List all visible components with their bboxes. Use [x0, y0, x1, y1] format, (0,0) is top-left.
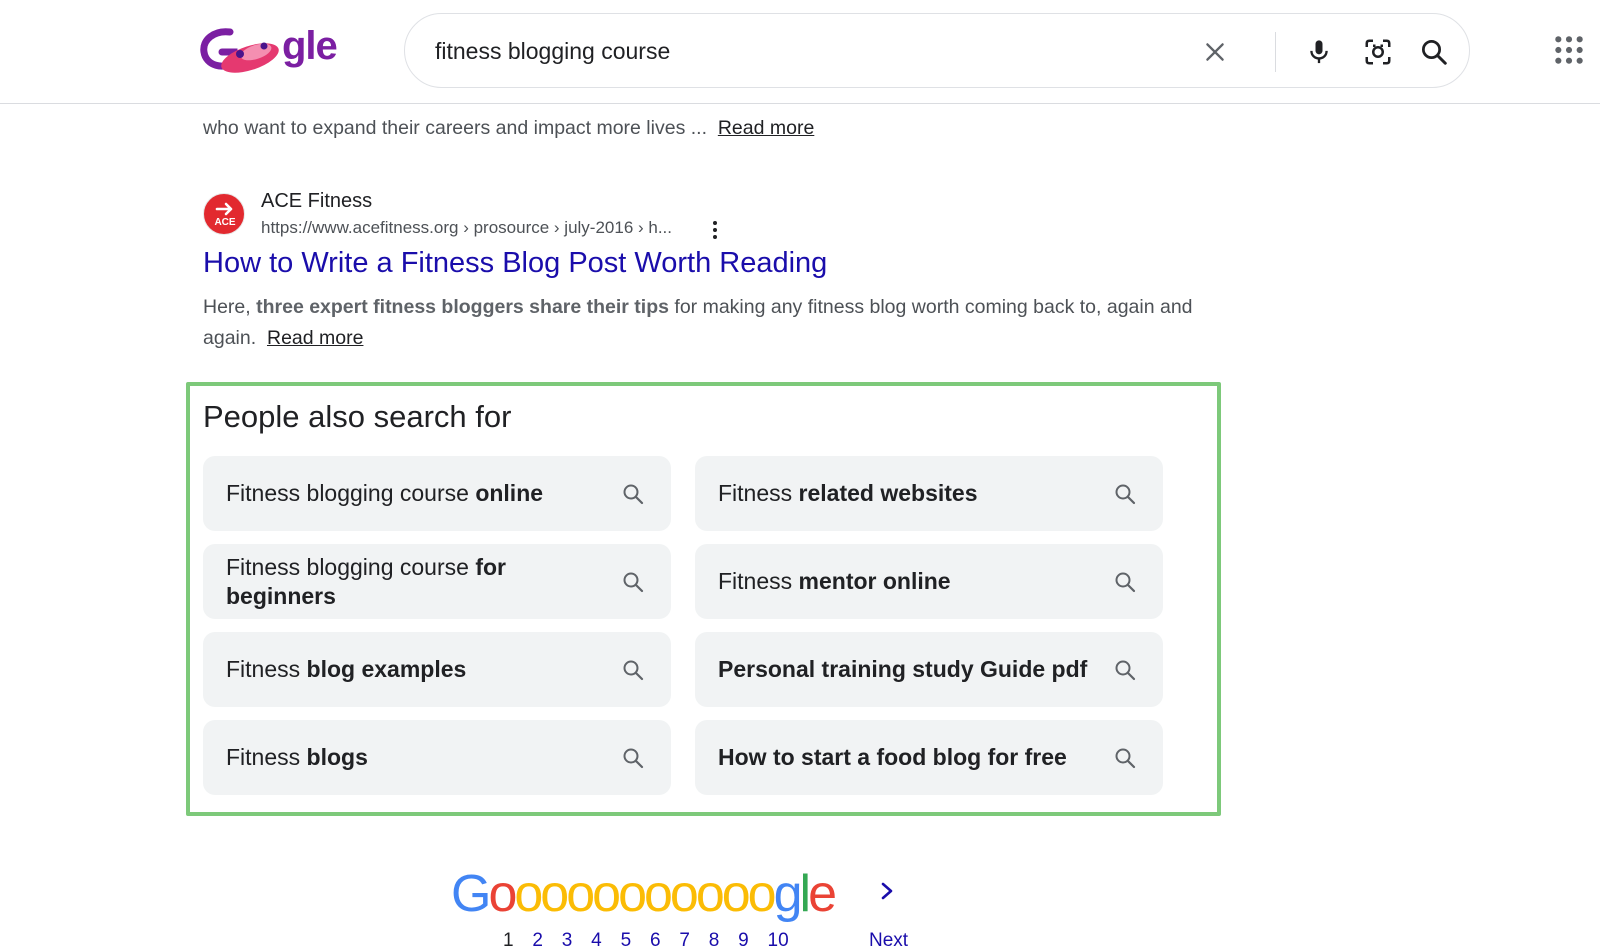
- related-search-chip[interactable]: Fitness blogging course online: [203, 456, 671, 531]
- pagination-logo-letter: g: [773, 865, 803, 923]
- close-icon[interactable]: [1197, 34, 1233, 70]
- result-snippet: Here, three expert fitness bloggers shar…: [203, 292, 1203, 354]
- chip-label: Fitness blogs: [226, 720, 606, 795]
- pagination-logo-letter: o: [540, 865, 569, 923]
- pagination-pages: 1 2 3 4 5 6 7 8 9 10: [503, 930, 797, 952]
- pagination-logo-letter: G: [451, 865, 491, 923]
- page-link[interactable]: 7: [679, 930, 708, 952]
- related-search-chip[interactable]: Fitness blogging course for beginners: [203, 544, 671, 619]
- pagination-logo-letter: o: [592, 865, 621, 923]
- search-icon: [623, 660, 644, 681]
- snippet-prefix: Here,: [203, 296, 257, 318]
- pagination-logo-letter: o: [695, 865, 725, 923]
- search-box: [404, 13, 1470, 88]
- result-read-more-link[interactable]: Read more: [267, 327, 363, 349]
- related-search-chip[interactable]: Fitness blog examples: [203, 632, 671, 707]
- page-link[interactable]: 9: [738, 930, 767, 952]
- page-link[interactable]: 10: [768, 930, 797, 952]
- chip-label-normal: Fitness: [226, 656, 307, 682]
- page-link[interactable]: 3: [562, 930, 591, 952]
- lens-camera-icon[interactable]: [1360, 34, 1396, 70]
- pagination-logo-letter: l: [799, 865, 811, 923]
- ace-favicon-icon[interactable]: ACE: [203, 193, 245, 235]
- search-icon: [623, 484, 644, 505]
- people-also-search-title: People also search for: [203, 399, 512, 434]
- previous-result-snippet: who want to expand their careers and imp…: [203, 114, 814, 142]
- next-page-link[interactable]: Next: [869, 930, 908, 952]
- page-current: 1: [503, 930, 514, 951]
- pagination-logo: Gooooooooooogle: [451, 864, 837, 924]
- chip-label: Personal training study Guide pdf: [718, 632, 1098, 707]
- page-link[interactable]: 6: [650, 930, 679, 952]
- search-divider: [1275, 32, 1276, 72]
- chip-label: Fitness blogging course for beginners: [226, 544, 606, 619]
- related-search-chip[interactable]: How to start a food blog for free: [695, 720, 1163, 795]
- related-search-chip[interactable]: Personal training study Guide pdf: [695, 632, 1163, 707]
- search-icon: [1115, 748, 1136, 769]
- google-doodle-logo[interactable]: gle: [200, 22, 340, 78]
- apps-grid-icon[interactable]: [1553, 34, 1585, 66]
- related-search-chip[interactable]: Fitness mentor online: [695, 544, 1163, 619]
- search-icon: [623, 748, 644, 769]
- chip-label-bold: blog examples: [306, 656, 467, 682]
- next-arrow-icon[interactable]: [877, 876, 897, 906]
- more-options-icon[interactable]: [708, 219, 722, 241]
- pagination-logo-letter: o: [566, 865, 595, 923]
- snippet-bold: three expert fitness bloggers share thei…: [256, 296, 669, 318]
- page-link[interactable]: 8: [709, 930, 738, 952]
- chip-label-bold: blogs: [306, 744, 368, 770]
- logo-text: gle: [282, 24, 338, 68]
- chip-label-normal: Fitness blogging course: [226, 553, 476, 580]
- pagination-logo-letter: o: [514, 865, 543, 923]
- chip-label-bold: online: [475, 480, 544, 506]
- chip-label: Fitness blog examples: [226, 632, 606, 707]
- chip-label: Fitness related websites: [718, 456, 1098, 531]
- pagination-logo-letter: o: [643, 865, 673, 923]
- related-search-chip[interactable]: Fitness blogs: [203, 720, 671, 795]
- pagination-logo-letter: o: [618, 865, 647, 923]
- pagination-logo-letter: e: [808, 865, 837, 923]
- page-link[interactable]: 2: [532, 930, 561, 952]
- search-icon: [623, 572, 644, 593]
- search-icon: [1115, 572, 1136, 593]
- result-url[interactable]: https://www.acefitness.org › prosource ›…: [261, 218, 672, 238]
- chip-label-normal: Fitness blogging course: [226, 480, 476, 506]
- search-header: gle: [0, 0, 1600, 104]
- search-icon[interactable]: [1416, 34, 1452, 70]
- previous-read-more-link[interactable]: Read more: [718, 117, 814, 139]
- search-input[interactable]: [435, 32, 1195, 70]
- search-icon: [1115, 484, 1136, 505]
- chip-label-bold: related websites: [798, 480, 978, 506]
- chip-label: How to start a food blog for free: [718, 720, 1098, 795]
- search-icon: [1115, 660, 1136, 681]
- related-search-chip[interactable]: Fitness related websites: [695, 456, 1163, 531]
- chip-label: Fitness mentor online: [718, 544, 1098, 619]
- page-link[interactable]: 4: [591, 930, 620, 952]
- pagination-logo-letter: o: [747, 865, 777, 923]
- pagination-logo-letter: o: [669, 865, 699, 923]
- chip-label-normal: Fitness: [718, 480, 799, 506]
- pagination-logo-letter: o: [721, 865, 751, 923]
- chip-label-bold: mentor online: [798, 568, 951, 594]
- result-title-link[interactable]: How to Write a Fitness Blog Post Worth R…: [203, 247, 827, 280]
- chip-label-bold: Personal training study Guide pdf: [718, 656, 1088, 682]
- page-link[interactable]: 5: [621, 930, 650, 952]
- chip-label-bold: How to start a food blog for free: [718, 744, 1067, 770]
- microphone-icon[interactable]: [1301, 34, 1337, 70]
- favicon-text: ACE: [214, 217, 236, 228]
- chip-label-normal: Fitness: [226, 744, 307, 770]
- previous-snippet-text: who want to expand their careers and imp…: [203, 117, 707, 139]
- chip-label-normal: Fitness: [718, 568, 799, 594]
- result-site-name[interactable]: ACE Fitness: [261, 190, 372, 213]
- pagination-logo-letter: o: [488, 865, 517, 923]
- chip-label: Fitness blogging course online: [226, 456, 606, 531]
